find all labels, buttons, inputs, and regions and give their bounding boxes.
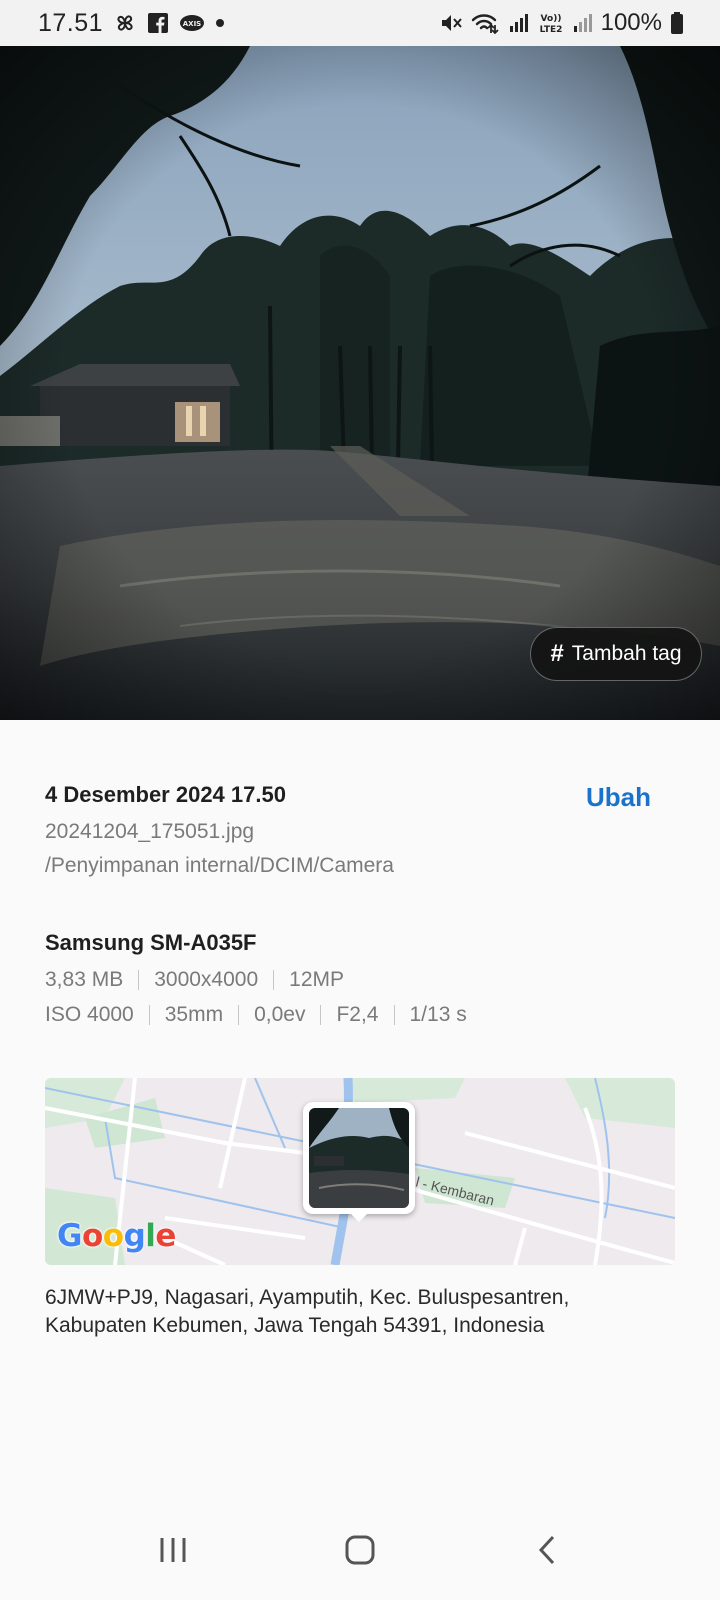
- navigation-bar: [0, 1500, 720, 1600]
- status-bar: 17.51 AXIS Vo)) LTE2 100%: [0, 0, 720, 46]
- svg-text:LTE2: LTE2: [539, 25, 562, 35]
- map-photo-pin[interactable]: [303, 1102, 415, 1214]
- divider: [273, 970, 275, 990]
- map-pin-pointer: [349, 1212, 369, 1222]
- divider: [148, 1005, 150, 1025]
- aperture: F2,4: [336, 1003, 379, 1026]
- signal-icon: [509, 12, 529, 34]
- facebook-icon: [147, 12, 169, 34]
- photo-image: [0, 46, 720, 720]
- fan-icon: [113, 11, 137, 35]
- battery-icon: [670, 11, 684, 35]
- photo-preview[interactable]: # Tambah tag: [0, 46, 720, 720]
- resolution: 3000x4000: [154, 968, 259, 991]
- file-size: 3,83 MB: [45, 968, 124, 991]
- map-photo-thumbnail: [309, 1108, 409, 1208]
- signal-icon: [573, 12, 593, 34]
- add-tag-button[interactable]: # Tambah tag: [530, 627, 702, 681]
- location-map[interactable]: l - Kembaran Google: [45, 1078, 675, 1265]
- home-button[interactable]: [320, 1520, 400, 1580]
- exposure-value: 0,0ev: [254, 1003, 306, 1026]
- divider: [320, 1005, 322, 1025]
- axis-icon: AXIS: [179, 13, 205, 33]
- volte-lte2-icon: Vo)) LTE2: [537, 11, 565, 35]
- edit-button[interactable]: Ubah: [586, 782, 651, 813]
- device-name: Samsung SM-A035F: [45, 930, 257, 955]
- file-meta-row: 3,83 MB 3000x4000 12MP: [45, 968, 344, 992]
- add-tag-label: Tambah tag: [571, 642, 682, 665]
- shutter-speed: 1/13 s: [409, 1003, 467, 1026]
- file-name: 20241204_175051.jpg: [45, 820, 255, 843]
- battery-percentage: 100%: [600, 9, 662, 36]
- divider: [393, 1005, 395, 1025]
- back-icon: [538, 1535, 554, 1565]
- megapixels: 12MP: [289, 968, 345, 991]
- recent-apps-button[interactable]: [133, 1520, 213, 1580]
- file-path: /Penyimpanan internal/DCIM/Camera: [45, 854, 394, 877]
- photo-date-time: 4 Desember 2024 17.50: [45, 782, 286, 807]
- status-bar-right: Vo)) LTE2 100%: [439, 9, 684, 37]
- svg-text:AXIS: AXIS: [183, 20, 201, 28]
- status-time: 17.51: [38, 8, 104, 37]
- location-address: 6JMW+PJ9, Nagasari, Ayamputih, Kec. Bulu…: [45, 1286, 570, 1337]
- focal-length: 35mm: [164, 1003, 224, 1026]
- back-button[interactable]: [507, 1520, 587, 1580]
- divider: [138, 970, 140, 990]
- google-logo: Google: [57, 1218, 176, 1254]
- home-icon: [345, 1535, 375, 1565]
- divider: [238, 1005, 240, 1025]
- camera-meta-row: ISO 4000 35mm 0,0ev F2,4 1/13 s: [45, 1003, 467, 1027]
- mute-icon: [439, 11, 463, 35]
- dot-icon: [215, 18, 225, 28]
- status-bar-left: 17.51 AXIS: [38, 9, 225, 38]
- hash-icon: #: [550, 640, 564, 667]
- wifi-icon: [471, 11, 501, 35]
- recent-apps-icon: [160, 1538, 186, 1562]
- svg-text:Vo)): Vo)): [540, 14, 561, 24]
- iso: ISO 4000: [45, 1003, 134, 1026]
